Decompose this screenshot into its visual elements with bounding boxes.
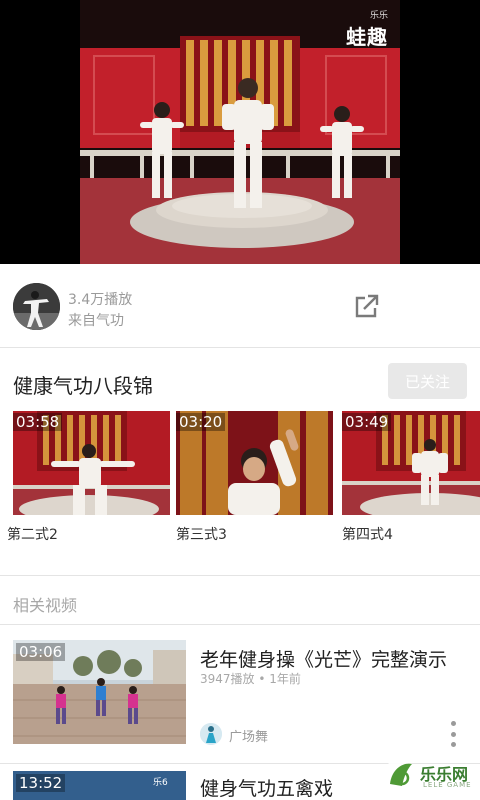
more-dot-icon bbox=[450, 721, 456, 726]
video-watermark: 乐乐 蛙趣 bbox=[346, 8, 388, 50]
episode-duration: 03:58 bbox=[13, 413, 63, 431]
share-button[interactable] bbox=[348, 289, 384, 325]
album-section: 健康气功八段锦 已关注 03:58 第二式2 03:20 第三式3 03:49 … bbox=[0, 349, 480, 576]
related-thumbnail[interactable]: 乐6 13:52 bbox=[13, 771, 186, 800]
video-source[interactable]: 来自气功 bbox=[68, 310, 124, 330]
album-title[interactable]: 健康气功八段锦 bbox=[13, 370, 153, 399]
episode-thumbnail: 03:49 bbox=[342, 411, 480, 515]
channel-avatar[interactable] bbox=[13, 283, 60, 330]
watermark-sub: 乐乐 bbox=[369, 11, 388, 21]
episode-label: 第二式2 bbox=[7, 527, 58, 543]
watermark-text: 蛙趣 bbox=[346, 25, 388, 49]
episode-thumbnail: 03:58 bbox=[13, 411, 170, 515]
video-info-row: 3.4万播放 来自气功 bbox=[0, 264, 480, 348]
site-logo-subtext: LELE GAME bbox=[423, 781, 472, 789]
episode-item[interactable]: 03:58 第二式2 bbox=[7, 411, 170, 544]
episode-thumbnail: 03:20 bbox=[176, 411, 333, 515]
episode-duration: 03:49 bbox=[342, 413, 392, 431]
episode-list: 03:58 第二式2 03:20 第三式3 03:49 第四式4 bbox=[0, 411, 480, 551]
channel-avatar-image bbox=[13, 283, 60, 330]
share-icon bbox=[355, 294, 379, 318]
episode-item[interactable]: 03:49 第四式4 bbox=[342, 411, 480, 544]
more-options-button[interactable] bbox=[446, 721, 460, 747]
uploader-avatar-image bbox=[200, 723, 222, 745]
related-duration: 03:06 bbox=[16, 643, 66, 661]
related-title[interactable]: 老年健身操《光芒》完整演示 bbox=[200, 645, 447, 672]
episode-item[interactable]: 03:20 第三式3 bbox=[176, 411, 333, 544]
uploader-name[interactable]: 广场舞 bbox=[229, 726, 268, 745]
more-dot-icon bbox=[450, 742, 456, 747]
related-thumbnail[interactable]: 03:06 bbox=[13, 640, 186, 744]
video-player[interactable]: 乐乐 蛙趣 bbox=[0, 0, 480, 264]
follow-button[interactable]: 已关注 bbox=[388, 363, 467, 399]
more-dot-icon bbox=[450, 731, 456, 737]
related-video-item[interactable]: 03:06 老年健身操《光芒》完整演示 3947播放 • 1年前 广场舞 bbox=[0, 625, 480, 765]
play-count: 3.4万播放 bbox=[68, 292, 133, 308]
video-frame[interactable]: 乐乐 蛙趣 bbox=[80, 0, 400, 264]
episode-label: 第四式4 bbox=[342, 527, 393, 543]
uploader-avatar[interactable] bbox=[200, 723, 222, 745]
episode-label: 第三式3 bbox=[176, 527, 227, 543]
svg-text:乐6: 乐6 bbox=[153, 776, 168, 788]
related-title[interactable]: 健身气功五禽戏 bbox=[200, 774, 333, 800]
episode-duration: 03:20 bbox=[176, 413, 226, 431]
related-heading: 相关视频 bbox=[13, 596, 78, 615]
related-meta: 3947播放 • 1年前 bbox=[200, 672, 301, 686]
related-duration: 13:52 bbox=[16, 774, 66, 792]
